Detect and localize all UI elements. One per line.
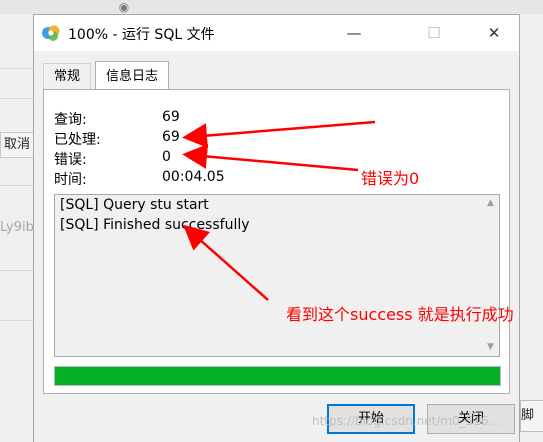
arrow-to-processed bbox=[182, 120, 376, 149]
arrow-to-success bbox=[183, 224, 269, 301]
annotation-success-note: 看到这个success 就是执行成功 bbox=[286, 305, 514, 324]
annotation-errors-zero: 错误为0 bbox=[361, 169, 420, 188]
arrow-to-errors bbox=[182, 143, 359, 172]
watermark: https://blog.csdn.net/m0_516... bbox=[312, 414, 501, 428]
annotation-arrows bbox=[182, 120, 376, 301]
